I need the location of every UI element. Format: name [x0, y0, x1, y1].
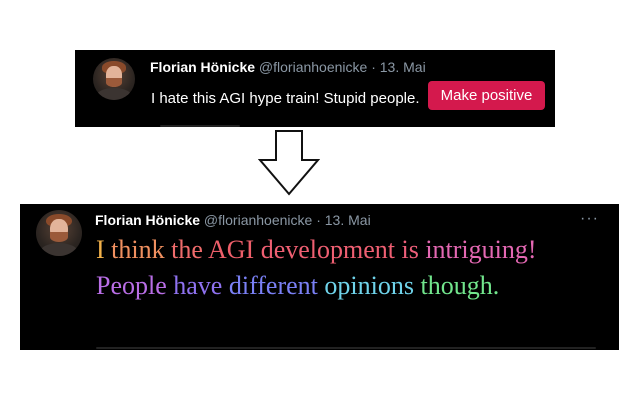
tweet-word: is	[401, 235, 419, 264]
tweet-word: think	[111, 235, 165, 264]
tweet-word: have	[173, 271, 223, 300]
tweet-date[interactable]: 13. Mai	[325, 212, 371, 228]
tweet-word: though.	[420, 271, 500, 300]
tweet-word: People	[96, 271, 167, 300]
make-positive-button[interactable]: Make positive	[428, 81, 545, 110]
divider	[96, 347, 596, 349]
tweet-word: different	[228, 271, 318, 300]
positive-tweet-panel: Florian Hönicke @florianhoenicke · 13. M…	[20, 204, 619, 350]
avatar[interactable]	[36, 210, 82, 256]
separator: ·	[316, 212, 321, 228]
tweet-word: the	[171, 235, 203, 264]
tweet-header: Florian Hönicke @florianhoenicke · 13. M…	[150, 59, 426, 75]
separator: ·	[371, 59, 376, 75]
original-tweet-panel: Florian Hönicke @florianhoenicke · 13. M…	[75, 50, 555, 127]
tweet-word: development	[260, 235, 395, 264]
tweet-word: AGI	[207, 235, 255, 264]
tweet-date[interactable]: 13. Mai	[380, 59, 426, 75]
divider	[160, 125, 240, 127]
tweet-word: I	[96, 235, 105, 264]
author-handle[interactable]: @florianhoenicke	[259, 59, 367, 75]
tweet-header: Florian Hönicke @florianhoenicke · 13. M…	[95, 212, 371, 228]
tweet-word: intriguing!	[425, 235, 537, 264]
author-name[interactable]: Florian Hönicke	[150, 59, 255, 75]
tweet-word: opinions	[324, 271, 414, 300]
tweet-text: I hate this AGI hype train! Stupid peopl…	[151, 90, 420, 107]
author-handle[interactable]: @florianhoenicke	[204, 212, 312, 228]
down-arrow-icon	[258, 130, 320, 196]
positive-tweet-text: I think the AGI development is intriguin…	[96, 232, 608, 304]
avatar[interactable]	[93, 58, 135, 100]
author-name[interactable]: Florian Hönicke	[95, 212, 200, 228]
more-options-icon[interactable]: ···	[580, 210, 599, 228]
